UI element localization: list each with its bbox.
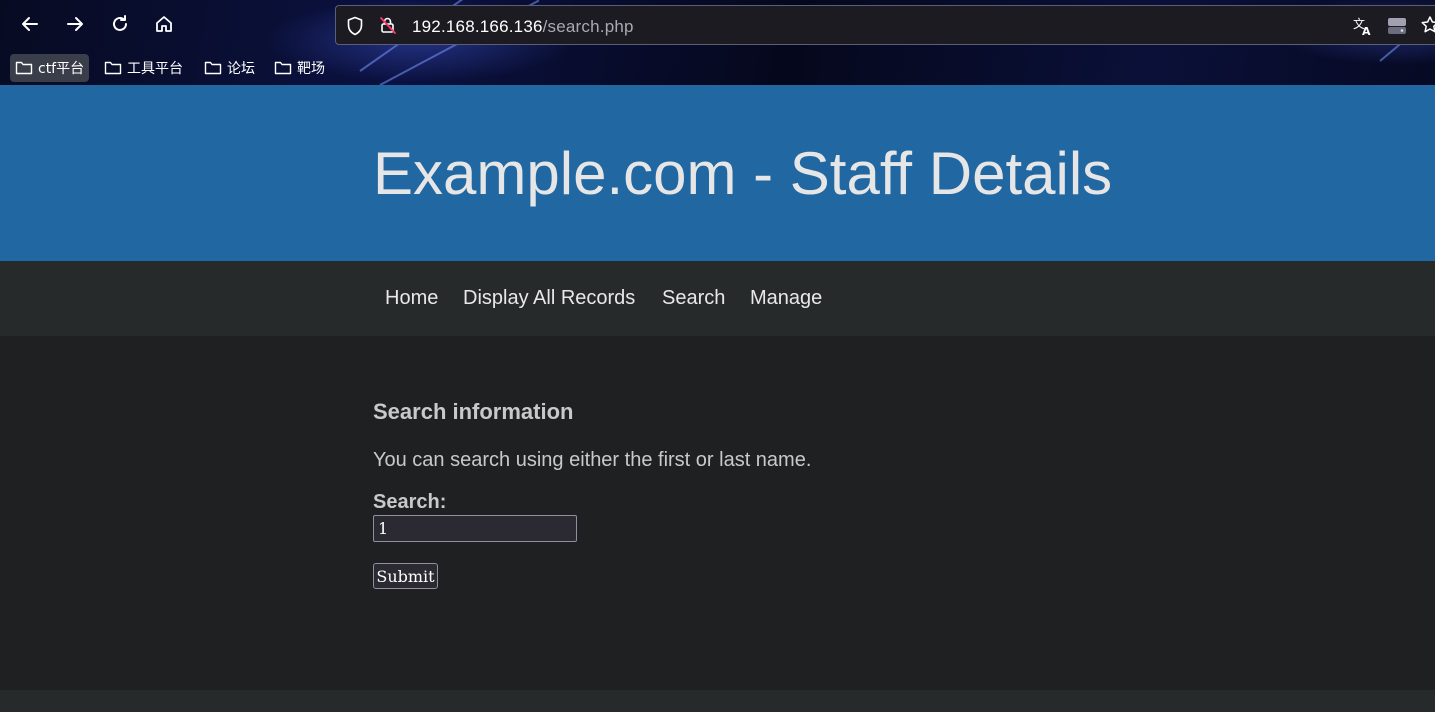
nav-display-all-records-link[interactable]: Display All Records [463,287,635,310]
star-icon[interactable] [1420,15,1435,35]
back-button[interactable] [17,11,43,37]
reload-icon [113,15,127,31]
browser-toolbar: 192.168.166.136/search.php 文 A ctf平台 工具平… [0,0,1435,85]
search-label: Search: [373,491,447,513]
translate-icon[interactable]: 文 A [1352,15,1374,37]
main-content: Search information You can search using … [0,336,1435,690]
bookmark-label: 论坛 [227,61,255,77]
bookmark-tools[interactable]: 工具平台 [99,54,188,82]
main-nav: Home Display All Records Search Manage [0,261,1435,336]
search-description: You can search using either the first or… [373,449,812,471]
bookmark-forum[interactable]: 论坛 [199,54,260,82]
reader-mode-icon[interactable] [1386,15,1408,37]
bookmark-ctf[interactable]: ctf平台 [10,54,90,82]
section-heading: Search information [373,399,574,424]
arrow-right-icon [67,17,83,31]
nav-manage-link[interactable]: Manage [750,287,822,310]
search-input[interactable] [373,515,577,542]
bookmark-label: 靶场 [297,61,325,77]
home-icon [156,16,172,32]
svg-text:A: A [1362,25,1371,37]
url-bar[interactable]: 192.168.166.136/search.php 文 A [335,5,1435,45]
folder-icon [104,61,122,75]
insecure-lock-icon[interactable] [378,15,398,35]
site-title: Example.com - Staff Details [373,140,1113,207]
bookmark-label: 工具平台 [127,61,183,77]
submit-button[interactable]: Submit [373,563,438,589]
url-text[interactable]: 192.168.166.136/search.php [412,17,634,37]
site-header: Example.com - Staff Details [0,85,1435,261]
footer [0,690,1435,712]
reload-button[interactable] [107,11,133,37]
folder-icon [274,61,292,75]
arrow-left-icon [22,17,38,31]
folder-icon [15,61,33,75]
bookmark-label: ctf平台 [38,61,85,77]
url-path: /search.php [542,17,634,36]
forward-button[interactable] [62,11,88,37]
nav-search-link[interactable]: Search [662,287,725,310]
bookmark-range[interactable]: 靶场 [269,54,330,82]
home-button[interactable] [151,11,177,37]
shield-icon[interactable] [346,16,364,36]
folder-icon [204,61,222,75]
url-host: 192.168.166.136 [412,17,543,36]
nav-home-link[interactable]: Home [385,287,438,310]
web-page: Example.com - Staff Details Home Display… [0,85,1435,712]
